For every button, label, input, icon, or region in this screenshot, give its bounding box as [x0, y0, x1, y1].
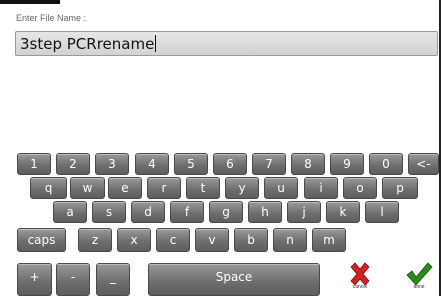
key-7[interactable]: 7 — [252, 153, 286, 175]
cancel-button[interactable]: cancel — [341, 262, 379, 298]
key-e[interactable]: e — [108, 177, 142, 199]
key-s[interactable]: s — [92, 201, 126, 223]
key-p[interactable]: p — [382, 177, 418, 199]
key-5[interactable]: 5 — [174, 153, 208, 175]
caps-key[interactable]: caps — [17, 228, 66, 252]
key-b[interactable]: b — [234, 228, 268, 252]
key-6[interactable]: 6 — [213, 153, 247, 175]
space-key[interactable]: Space — [148, 263, 320, 296]
key-x[interactable]: x — [117, 228, 151, 252]
text-caret — [155, 35, 157, 52]
key-0[interactable]: 0 — [369, 153, 403, 175]
done-button[interactable]: done — [400, 262, 438, 298]
key-u[interactable]: u — [264, 177, 298, 199]
file-name-input[interactable]: 3step PCRrename — [15, 31, 438, 56]
key-i[interactable]: i — [304, 177, 338, 199]
key-k[interactable]: k — [326, 201, 360, 223]
file-name-dialog: Enter File Name : 3step PCRrename 1 2 3 … — [0, 0, 441, 296]
done-label: done — [413, 284, 425, 290]
key-l[interactable]: l — [365, 201, 399, 223]
key-v[interactable]: v — [195, 228, 229, 252]
file-name-label: Enter File Name : — [16, 13, 87, 23]
key-y[interactable]: y — [225, 177, 259, 199]
key-o[interactable]: o — [343, 177, 377, 199]
key-d[interactable]: d — [131, 201, 165, 223]
key-m[interactable]: m — [312, 228, 346, 252]
key-underscore[interactable]: _ — [96, 263, 130, 296]
key-n[interactable]: n — [273, 228, 307, 252]
checkmark-icon — [406, 262, 433, 286]
key-1[interactable]: 1 — [17, 153, 51, 175]
cancel-label: cancel — [352, 284, 368, 290]
key-minus[interactable]: - — [56, 263, 90, 296]
file-name-value: 3step PCRrename — [20, 35, 155, 53]
key-8[interactable]: 8 — [291, 153, 325, 175]
key-2[interactable]: 2 — [56, 153, 90, 175]
x-icon — [350, 262, 370, 286]
key-a[interactable]: a — [53, 201, 87, 223]
key-j[interactable]: j — [287, 201, 321, 223]
top-bar — [0, 0, 60, 4]
key-3[interactable]: 3 — [95, 153, 129, 175]
backspace-key[interactable]: <- — [408, 153, 439, 175]
key-h[interactable]: h — [248, 201, 282, 223]
key-9[interactable]: 9 — [330, 153, 364, 175]
key-c[interactable]: c — [156, 228, 190, 252]
key-z[interactable]: z — [78, 228, 112, 252]
key-plus[interactable]: + — [17, 263, 52, 296]
key-r[interactable]: r — [147, 177, 181, 199]
key-q[interactable]: q — [30, 177, 67, 199]
key-f[interactable]: f — [170, 201, 204, 223]
key-g[interactable]: g — [209, 201, 243, 223]
key-w[interactable]: w — [70, 177, 105, 199]
key-4[interactable]: 4 — [135, 153, 169, 175]
key-t[interactable]: t — [186, 177, 220, 199]
